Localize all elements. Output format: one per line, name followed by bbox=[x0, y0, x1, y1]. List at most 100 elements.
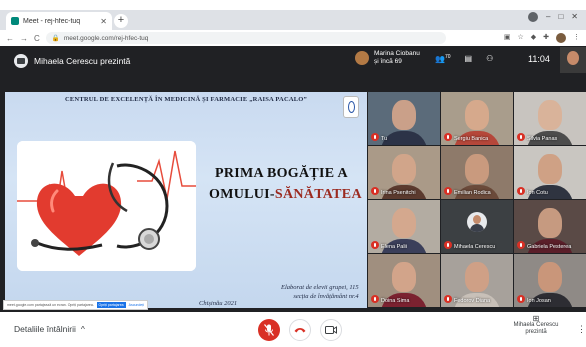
participant-tile[interactable]: Emilian Rodica bbox=[441, 146, 513, 199]
participant-face bbox=[465, 262, 489, 292]
heart-stethoscope-illustration bbox=[17, 141, 196, 271]
presenting-name: Mihaela Cerescu bbox=[513, 322, 559, 328]
mic-muted-icon bbox=[371, 187, 379, 195]
participant-tile[interactable]: Ion Josan bbox=[514, 254, 586, 307]
back-button[interactable]: ← bbox=[6, 34, 14, 43]
activities-icon[interactable]: ⚇ bbox=[486, 54, 493, 64]
url-text: meet.google.com/rej-hfec-tuq bbox=[63, 34, 149, 42]
header-icons: 👥70 ▤ ⚇ bbox=[435, 54, 493, 64]
meeting-details-button[interactable]: Detaliile întâlnirii ^ bbox=[14, 324, 85, 334]
slide-author: Elaborat de elevii grupei, 115 secția de… bbox=[281, 283, 359, 301]
meet-favicon-icon bbox=[11, 17, 19, 25]
people-icon[interactable]: 👥70 bbox=[435, 54, 451, 64]
participants-summary[interactable]: Marina Ciobanu și încă 69 bbox=[355, 50, 420, 66]
maximize-icon[interactable]: □ bbox=[558, 12, 563, 22]
tab-meet[interactable]: Meet - rej-hfec-tuq ✕ bbox=[6, 12, 112, 30]
browser-toolbar: ← → C 🔒 meet.google.com/rej-hfec-tuq ▣ ☆… bbox=[0, 30, 586, 46]
presenting-now-button[interactable]: ⊞ Mihaela Cerescu prezintă bbox=[506, 315, 566, 336]
call-end-icon bbox=[294, 328, 306, 333]
participant-name: Emilian Rodica bbox=[454, 190, 491, 196]
slide-title-prefix: OMULUI- bbox=[209, 187, 275, 202]
star-icon[interactable]: ☆ bbox=[517, 33, 523, 43]
new-tab-button[interactable]: + bbox=[114, 14, 128, 28]
puzzle-icon[interactable]: ✚ bbox=[543, 33, 549, 43]
close-window-icon[interactable]: ✕ bbox=[571, 12, 578, 22]
microphone-toggle-button[interactable] bbox=[258, 319, 280, 341]
camera-indicator-icon[interactable]: ▣ bbox=[504, 33, 511, 43]
participant-name: Sergiu Banica bbox=[454, 136, 489, 142]
participant-name: Mihaela Cerescu bbox=[454, 244, 496, 250]
presenter-text: Mihaela Cerescu prezintă bbox=[34, 56, 131, 66]
participants-summary-text: Marina Ciobanu și încă 69 bbox=[374, 50, 420, 66]
slide-title-line-1: PRIMA BOGĂȚIE A bbox=[215, 166, 348, 181]
participant-name: Ion Cotu bbox=[527, 190, 548, 196]
participant-tile[interactable]: Mihaela Cerescu bbox=[441, 200, 513, 253]
mic-muted-icon bbox=[517, 133, 525, 141]
profile-circle-icon[interactable] bbox=[528, 12, 538, 22]
participant-tile[interactable]: Silvia Panas bbox=[514, 92, 586, 145]
participant-name: Gabriela Pesterea bbox=[527, 244, 572, 250]
heart-stethoscope-image bbox=[17, 141, 196, 271]
leave-call-button[interactable] bbox=[289, 319, 311, 341]
presenting-label: prezintă bbox=[525, 329, 547, 335]
stop-sharing-button[interactable]: Opriți partajarea bbox=[96, 302, 126, 308]
participant-face bbox=[392, 208, 416, 238]
minimize-icon[interactable]: – bbox=[546, 12, 550, 22]
tab-close-icon[interactable]: ✕ bbox=[100, 17, 107, 26]
participant-name: Ion Josan bbox=[527, 298, 551, 304]
reload-button[interactable]: C bbox=[34, 34, 40, 43]
participant-face bbox=[392, 100, 416, 130]
participant-more: și încă 69 bbox=[374, 58, 402, 65]
profile-avatar[interactable] bbox=[556, 33, 566, 43]
participant-tile[interactable]: Irina Psenitchi bbox=[368, 146, 440, 199]
participant-face bbox=[538, 154, 562, 184]
slide-title-line-2: OMULUI-SĂNĂTATEA bbox=[209, 187, 362, 203]
participant-tile[interactable]: Elena Palii bbox=[368, 200, 440, 253]
author-line-1: Elaborat de elevii grupei, 115 bbox=[281, 284, 359, 291]
participant-tile[interactable]: Ion Cotu bbox=[514, 146, 586, 199]
participant-body bbox=[381, 131, 427, 145]
camera-toggle-button[interactable] bbox=[320, 319, 342, 341]
mic-muted-icon bbox=[444, 241, 452, 249]
mic-muted-icon bbox=[517, 187, 525, 195]
self-view-thumbnail[interactable] bbox=[560, 47, 586, 73]
meeting-controls-bar: Detaliile întâlnirii ^ ⊞ Mihaela Cerescu… bbox=[0, 312, 586, 347]
tab-strip: Meet - rej-hfec-tuq ✕ + – □ ✕ bbox=[0, 0, 586, 30]
presenter-info: Mihaela Cerescu prezintă bbox=[14, 54, 130, 68]
participants-count: 70 bbox=[444, 54, 451, 60]
present-screen-icon: ⊞ bbox=[532, 314, 540, 323]
slide-institution: CENTRUL DE EXCELENȚĂ ÎN MEDICINĂ ȘI FARM… bbox=[65, 96, 307, 103]
participant-grid: Tu Sergiu Banica Silvia Panas Irina Psenitc… bbox=[368, 92, 586, 310]
menu-icon[interactable]: ⋮ bbox=[573, 33, 580, 43]
participant-tile[interactable]: Sergiu Banica bbox=[441, 92, 513, 145]
extension-icon[interactable]: ◆ bbox=[531, 33, 536, 43]
participant-face bbox=[538, 100, 562, 130]
lock-icon: 🔒 bbox=[51, 35, 60, 42]
participant-tile[interactable]: Gabriela Pesterea bbox=[514, 200, 586, 253]
participant-avatar-icon bbox=[467, 212, 487, 232]
presentation-slide: CENTRUL DE EXCELENȚĂ ÎN MEDICINĂ ȘI FARM… bbox=[5, 92, 367, 308]
participant-name: Fedorov Diana bbox=[454, 298, 491, 304]
participant-face bbox=[538, 208, 562, 238]
more-options-icon[interactable]: ⋮ bbox=[577, 324, 586, 335]
participant-name: Marina Ciobanu bbox=[374, 50, 420, 57]
forward-button[interactable]: → bbox=[20, 34, 28, 43]
participant-tile[interactable]: Fedorov Diana bbox=[441, 254, 513, 307]
school-crest-icon bbox=[343, 96, 359, 118]
slide-title-accent: SĂNĂTATEA bbox=[274, 187, 362, 202]
participant-name: Elena Palii bbox=[381, 244, 407, 250]
share-bar-text: meet.google.com partajează un ecran. Opr… bbox=[7, 303, 94, 307]
hide-share-bar-button[interactable]: Ascundeți bbox=[129, 303, 144, 307]
chat-icon[interactable]: ▤ bbox=[465, 54, 473, 64]
participant-tile[interactable]: Tu bbox=[368, 92, 440, 145]
mic-muted-icon bbox=[371, 241, 379, 249]
mic-muted-icon bbox=[517, 241, 525, 249]
tab-title: Meet - rej-hfec-tuq bbox=[23, 17, 81, 25]
chevron-up-icon: ^ bbox=[80, 324, 85, 334]
participant-tile[interactable]: Doina Sima bbox=[368, 254, 440, 307]
participant-name: Silvia Panas bbox=[527, 136, 558, 142]
author-line-2: secția de învățământ nr.4 bbox=[293, 293, 359, 300]
address-bar[interactable]: 🔒 meet.google.com/rej-hfec-tuq bbox=[45, 32, 446, 44]
meeting-details-label: Detaliile întâlnirii bbox=[14, 324, 76, 334]
self-view-face bbox=[567, 51, 579, 65]
